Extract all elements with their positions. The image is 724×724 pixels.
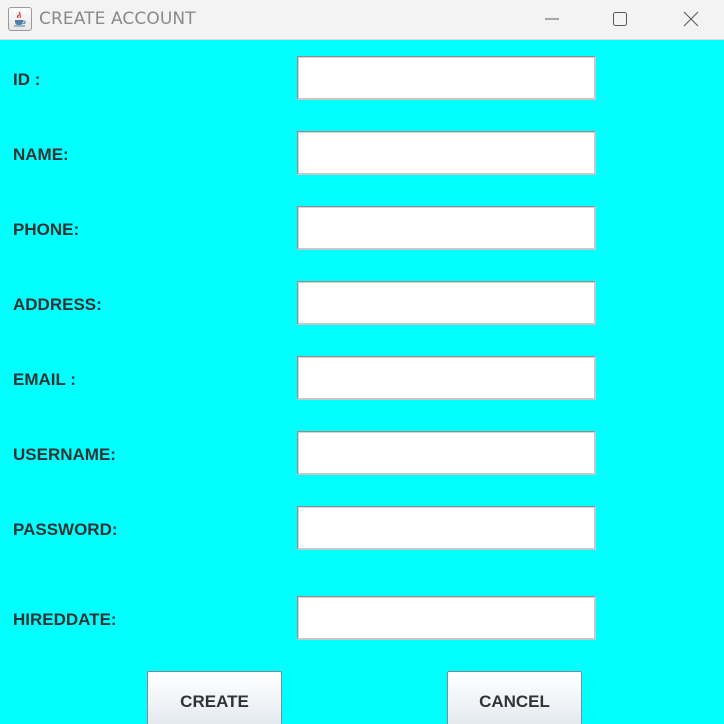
java-cup-icon	[8, 7, 32, 31]
password-label: PASSWORD:	[13, 520, 118, 539]
minimize-button[interactable]	[529, 0, 575, 39]
create-button[interactable]: CREATE	[147, 671, 282, 724]
id-field[interactable]	[297, 56, 596, 100]
minimize-icon	[545, 18, 559, 20]
window-title: CREATE ACCOUNT	[39, 9, 196, 29]
close-button[interactable]	[668, 0, 714, 39]
close-icon	[683, 11, 699, 27]
phone-field[interactable]	[297, 206, 596, 250]
address-label: ADDRESS:	[13, 295, 102, 314]
email-field[interactable]	[297, 356, 596, 400]
email-label: EMAIL :	[13, 370, 76, 389]
name-field[interactable]	[297, 131, 596, 175]
password-field[interactable]	[297, 506, 596, 550]
username-label: USERNAME:	[13, 445, 116, 464]
title-bar[interactable]: CREATE ACCOUNT	[0, 0, 724, 40]
id-label: ID :	[13, 70, 41, 89]
cancel-button[interactable]: CANCEL	[447, 671, 582, 724]
maximize-icon	[613, 12, 627, 26]
phone-label: PHONE:	[13, 220, 80, 239]
address-field[interactable]	[297, 281, 596, 325]
create-account-window: CREATE ACCOUNT ID : NAME: PHONE: ADDRESS…	[0, 0, 724, 724]
hireddate-label: HIREDDATE:	[13, 610, 117, 629]
username-field[interactable]	[297, 431, 596, 475]
maximize-button[interactable]	[597, 0, 643, 39]
name-label: NAME:	[13, 145, 69, 164]
hireddate-field[interactable]	[297, 596, 596, 640]
